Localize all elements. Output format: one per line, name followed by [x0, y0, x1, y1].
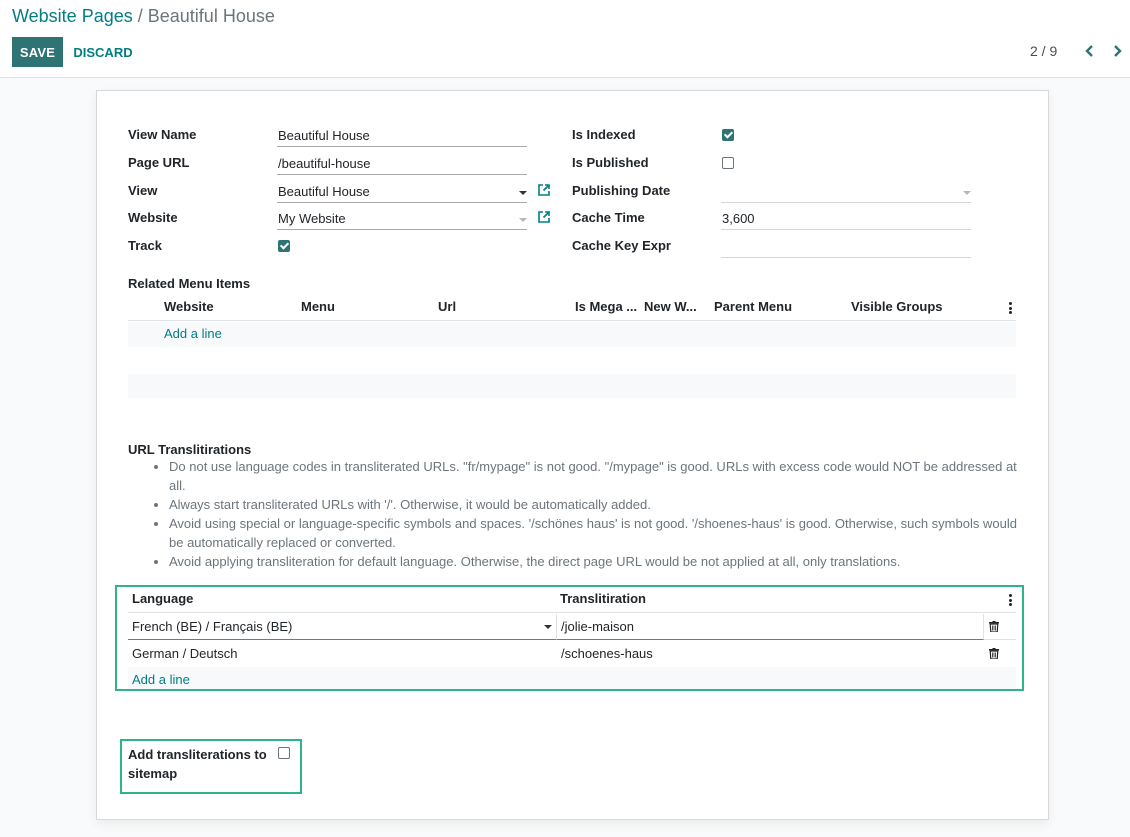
menu-items-add-line-link[interactable]: Add a line — [164, 326, 222, 341]
chevron-left-icon — [1085, 45, 1093, 57]
column-translitiration[interactable]: Translitiration — [560, 591, 646, 606]
sitemap-label-line2: sitemap — [128, 766, 178, 781]
sitemap-label: Add transliterations to sitemap — [128, 745, 267, 783]
discard-button[interactable]: DISCARD — [66, 37, 140, 67]
view-label: View — [128, 183, 158, 198]
row-translit: /jolie-maison — [561, 619, 634, 634]
translit-note: Always start transliterated URLs with '/… — [169, 495, 1022, 514]
is-indexed-label: Is Indexed — [572, 127, 636, 142]
chevron-right-icon — [1114, 45, 1122, 57]
cache-key-expr-label: Cache Key Expr — [572, 238, 671, 253]
view-name-value: Beautiful House — [278, 128, 370, 143]
is-published-checkbox[interactable] — [722, 157, 734, 169]
pager-previous-button[interactable] — [1080, 41, 1100, 61]
page-url-value: /beautiful-house — [278, 156, 371, 171]
column-is-mega-menu[interactable]: Is Mega ... — [575, 299, 637, 314]
form-sheet: View Name Beautiful House Page URL /beau… — [96, 90, 1049, 820]
publishing-date-caret-icon — [963, 191, 971, 195]
sitemap-label-line1: Add transliterations to — [128, 747, 267, 762]
trash-icon[interactable] — [989, 648, 999, 659]
translit-note: Do not use language codes in translitera… — [169, 457, 1022, 495]
track-checkbox[interactable] — [278, 240, 290, 252]
translit-add-line-link[interactable]: Add a line — [132, 672, 190, 687]
cache-time-field[interactable] — [721, 208, 971, 230]
track-label: Track — [128, 238, 162, 253]
pager-value[interactable]: 2 / 9 — [1030, 43, 1057, 59]
is-published-label: Is Published — [572, 155, 649, 170]
language-caret-icon — [544, 625, 552, 629]
column-visible-groups[interactable]: Visible Groups — [851, 299, 943, 314]
translit-add-row — [128, 667, 1016, 689]
pager-next-button[interactable] — [1107, 41, 1127, 61]
related-menu-items-title: Related Menu Items — [128, 276, 251, 291]
breadcrumb-separator: / — [132, 6, 148, 26]
external-link-icon[interactable] — [537, 183, 551, 197]
row-language: French (BE) / Français (BE) — [132, 619, 293, 634]
view-value: Beautiful House — [278, 184, 370, 199]
page-url-label: Page URL — [128, 155, 190, 170]
column-language[interactable]: Language — [132, 591, 193, 606]
translit-note: Avoid applying transliteration for defau… — [169, 552, 1022, 571]
publishing-date-field[interactable] — [721, 181, 971, 203]
menu-items-empty-row — [128, 374, 1016, 398]
breadcrumb-parent-link[interactable]: Website Pages — [12, 6, 133, 26]
column-options-icon[interactable] — [1008, 594, 1012, 606]
menu-items-add-row — [128, 322, 1016, 347]
row-translit: /schoenes-haus — [561, 646, 653, 661]
view-name-label: View Name — [128, 127, 197, 142]
control-panel: Website Pages / Beautiful House SAVE DIS… — [0, 0, 1130, 78]
translit-note: Avoid using special or language-specific… — [169, 514, 1022, 552]
save-button[interactable]: SAVE — [12, 37, 63, 67]
column-url[interactable]: Url — [438, 299, 456, 314]
translit-notes-list: Do not use language codes in translitera… — [147, 457, 1022, 571]
column-options-icon[interactable] — [1008, 302, 1012, 314]
column-website[interactable]: Website — [164, 299, 214, 314]
cache-time-value: 3,600 — [722, 211, 755, 226]
website-caret-icon — [519, 218, 527, 222]
column-new-window[interactable]: New W... — [644, 299, 697, 314]
column-menu[interactable]: Menu — [301, 299, 335, 314]
publishing-date-label: Publishing Date — [572, 183, 671, 198]
column-parent-menu[interactable]: Parent Menu — [714, 299, 792, 314]
website-label: Website — [128, 210, 178, 225]
view-caret-icon — [519, 191, 527, 195]
row-language: German / Deutsch — [132, 646, 238, 661]
breadcrumb: Website Pages / Beautiful House — [12, 6, 275, 26]
cache-key-expr-field[interactable] — [721, 236, 971, 258]
cache-time-label: Cache Time — [572, 210, 645, 225]
sitemap-checkbox[interactable] — [278, 747, 290, 759]
breadcrumb-current: Beautiful House — [147, 6, 275, 26]
url-translitirations-title: URL Translitirations — [128, 442, 252, 457]
external-link-icon[interactable] — [537, 210, 551, 224]
trash-icon[interactable] — [989, 621, 999, 632]
website-value: My Website — [278, 211, 346, 226]
is-indexed-checkbox[interactable] — [722, 129, 734, 141]
